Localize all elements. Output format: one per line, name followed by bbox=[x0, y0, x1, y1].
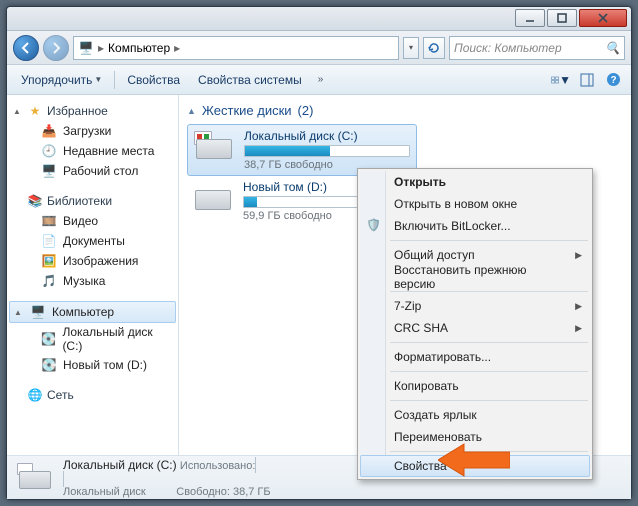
menu-properties[interactable]: Свойства bbox=[360, 455, 590, 477]
menu-copy[interactable]: Копировать bbox=[360, 375, 590, 397]
shield-icon: 🛡️ bbox=[366, 218, 382, 234]
refresh-button[interactable] bbox=[423, 37, 445, 59]
sidebar-item-network[interactable]: 🌐Сеть bbox=[9, 385, 176, 405]
collapse-icon: ▲ bbox=[14, 308, 24, 317]
menu-separator bbox=[390, 371, 588, 372]
menu-rename[interactable]: Переименовать bbox=[360, 426, 590, 448]
sidebar-item-videos[interactable]: 🎞️Видео bbox=[9, 211, 176, 231]
drive-group-header[interactable]: ▲ Жесткие диски (2) bbox=[187, 101, 623, 124]
title-bar bbox=[7, 7, 631, 31]
menu-separator bbox=[390, 291, 588, 292]
video-icon: 🎞️ bbox=[41, 213, 57, 229]
menu-crc-sha[interactable]: CRC SHA▶ bbox=[360, 317, 590, 339]
collapse-icon: ▲ bbox=[13, 107, 23, 116]
sidebar-item-drive-c[interactable]: 💽Локальный диск (C:) bbox=[9, 323, 176, 355]
pictures-icon: 🖼️ bbox=[41, 253, 57, 269]
computer-icon: 🖥️ bbox=[30, 304, 46, 320]
libraries-group[interactable]: 📚Библиотеки bbox=[9, 191, 176, 211]
drive-icon bbox=[17, 463, 53, 493]
menu-7zip[interactable]: 7-Zip▶ bbox=[360, 295, 590, 317]
navigation-pane: ▲★Избранное 📥Загрузки 🕘Недавние места 🖥️… bbox=[7, 95, 179, 455]
downloads-icon: 📥 bbox=[41, 123, 57, 139]
computer-icon: 🖥️ bbox=[78, 40, 94, 56]
breadcrumb-sep-icon: ▸ bbox=[174, 41, 180, 55]
menu-format[interactable]: Форматировать... bbox=[360, 346, 590, 368]
recent-icon: 🕘 bbox=[41, 143, 57, 159]
menu-separator bbox=[390, 342, 588, 343]
desktop-icon: 🖥️ bbox=[41, 163, 57, 179]
submenu-arrow-icon: ▶ bbox=[575, 250, 582, 261]
svg-text:?: ? bbox=[610, 75, 616, 86]
toolbar-overflow[interactable]: » bbox=[314, 74, 328, 85]
submenu-arrow-icon: ▶ bbox=[575, 301, 582, 312]
sidebar-item-documents[interactable]: 📄Документы bbox=[9, 231, 176, 251]
minimize-button[interactable] bbox=[515, 9, 545, 27]
context-menu: Открыть Открыть в новом окне 🛡️Включить … bbox=[357, 168, 593, 480]
search-input[interactable]: Поиск: Компьютер 🔍 bbox=[449, 36, 625, 60]
sidebar-item-computer[interactable]: ▲🖥️Компьютер bbox=[9, 301, 176, 323]
breadcrumb-item[interactable]: Компьютер bbox=[108, 41, 170, 55]
separator bbox=[114, 71, 115, 89]
command-bar: Упорядочить▼ Свойства Свойства системы »… bbox=[7, 65, 631, 95]
sidebar-item-downloads[interactable]: 📥Загрузки bbox=[9, 121, 176, 141]
sidebar-item-music[interactable]: 🎵Музыка bbox=[9, 271, 176, 291]
drive-usage-bar bbox=[244, 145, 410, 157]
system-properties-button[interactable]: Свойства системы bbox=[192, 70, 308, 90]
favorites-group[interactable]: ▲★Избранное bbox=[9, 101, 176, 121]
navigation-row: 🖥️ ▸ Компьютер ▸ ▾ Поиск: Компьютер 🔍 bbox=[7, 31, 631, 65]
help-button[interactable]: ? bbox=[603, 70, 623, 90]
menu-open[interactable]: Открыть bbox=[360, 171, 590, 193]
libraries-icon: 📚 bbox=[27, 193, 43, 209]
drive-name: Локальный диск (C:) bbox=[244, 129, 410, 145]
search-placeholder: Поиск: Компьютер bbox=[454, 41, 562, 55]
status-title: Локальный диск (C:) Использовано: bbox=[63, 458, 271, 486]
drive-icon bbox=[193, 180, 233, 214]
sidebar-item-drive-d[interactable]: 💽Новый том (D:) bbox=[9, 355, 176, 375]
menu-restore-version[interactable]: Восстановить прежнюю версию bbox=[360, 266, 590, 288]
breadcrumb-sep-icon: ▸ bbox=[98, 41, 104, 55]
collapse-icon: ▲ bbox=[187, 106, 196, 116]
preview-pane-button[interactable] bbox=[577, 70, 597, 90]
submenu-arrow-icon: ▶ bbox=[575, 323, 582, 334]
star-icon: ★ bbox=[27, 103, 43, 119]
sidebar-item-pictures[interactable]: 🖼️Изображения bbox=[9, 251, 176, 271]
drive-icon: 💽 bbox=[41, 331, 56, 347]
organize-button[interactable]: Упорядочить▼ bbox=[15, 70, 108, 90]
sidebar-item-recent[interactable]: 🕘Недавние места bbox=[9, 141, 176, 161]
address-bar[interactable]: 🖥️ ▸ Компьютер ▸ bbox=[73, 36, 399, 60]
back-button[interactable] bbox=[13, 35, 39, 61]
search-icon: 🔍 bbox=[605, 41, 620, 55]
music-icon: 🎵 bbox=[41, 273, 57, 289]
documents-icon: 📄 bbox=[41, 233, 57, 249]
menu-create-shortcut[interactable]: Создать ярлык bbox=[360, 404, 590, 426]
forward-button[interactable] bbox=[43, 35, 69, 61]
menu-bitlocker[interactable]: 🛡️Включить BitLocker... bbox=[360, 215, 590, 237]
menu-separator bbox=[390, 240, 588, 241]
maximize-button[interactable] bbox=[547, 9, 577, 27]
properties-button[interactable]: Свойства bbox=[121, 70, 186, 90]
network-icon: 🌐 bbox=[27, 387, 43, 403]
close-button[interactable] bbox=[579, 9, 627, 27]
menu-open-new-window[interactable]: Открыть в новом окне bbox=[360, 193, 590, 215]
drive-icon bbox=[194, 129, 234, 163]
status-subtitle: Локальный диск Свободно: 38,7 ГБ bbox=[63, 486, 271, 498]
sidebar-item-desktop[interactable]: 🖥️Рабочий стол bbox=[9, 161, 176, 181]
address-history-dropdown[interactable]: ▾ bbox=[403, 37, 419, 59]
view-mode-button[interactable]: ▼ bbox=[551, 70, 571, 90]
menu-separator bbox=[390, 400, 588, 401]
menu-separator bbox=[390, 451, 588, 452]
drive-icon: 💽 bbox=[41, 357, 57, 373]
